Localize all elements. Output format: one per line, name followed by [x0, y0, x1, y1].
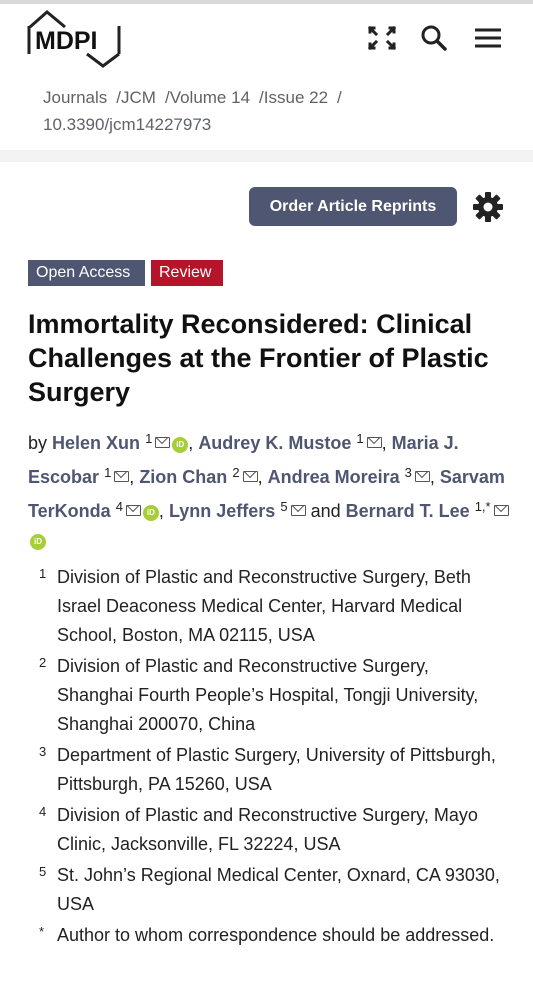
author-name[interactable]: Helen Xun: [52, 433, 140, 453]
email-icon[interactable]: [414, 471, 430, 482]
mdpi-logo[interactable]: MDPI: [27, 10, 123, 68]
orcid-icon[interactable]: iD: [172, 437, 189, 453]
correspondence-note: * Author to whom correspondence should b…: [36, 921, 506, 950]
gear-icon[interactable]: [472, 191, 504, 223]
email-icon[interactable]: [114, 471, 130, 482]
breadcrumb-doi: 10.3390/jcm14227973: [43, 115, 212, 134]
affiliation-text: Division of Plastic and Reconstructive S…: [57, 805, 478, 854]
order-reprints-button[interactable]: Order Article Reprints: [249, 187, 457, 226]
author-name[interactable]: Andrea Moreira: [268, 467, 400, 487]
svg-text:MDPI: MDPI: [35, 27, 98, 55]
affiliation-item: 2 Division of Plastic and Reconstructive…: [36, 652, 506, 739]
email-icon[interactable]: [125, 505, 141, 516]
affiliation-list: 1 Division of Plastic and Reconstructive…: [36, 563, 506, 952]
open-access-badge[interactable]: Open Access: [28, 260, 145, 286]
affiliation-number: 1: [39, 566, 47, 581]
affiliation-item: 4 Division of Plastic and Reconstructive…: [36, 801, 506, 859]
menu-icon[interactable]: [472, 22, 504, 54]
author-affiliation-number: 1,*: [474, 499, 491, 514]
breadcrumb-volume[interactable]: Volume 14: [170, 88, 250, 107]
author-affiliation-number: 3: [404, 465, 412, 480]
author-name[interactable]: Bernard T. Lee: [346, 501, 470, 521]
email-icon[interactable]: [242, 471, 258, 482]
affiliation-number: 2: [39, 655, 47, 670]
author-name[interactable]: Zion Chan: [139, 467, 227, 487]
affiliation-number: 3: [39, 744, 47, 759]
breadcrumb-journals[interactable]: Journals: [43, 88, 107, 107]
article-type-badge: Review: [151, 260, 223, 286]
author-affiliation-number: 1: [145, 431, 153, 446]
breadcrumb: Journals/JCM/Volume 14/Issue 22/ 10.3390…: [0, 70, 533, 162]
breadcrumb-jcm[interactable]: JCM: [121, 88, 156, 107]
email-icon[interactable]: [366, 437, 382, 448]
author-affiliation-number: 1: [104, 465, 112, 480]
author-list: by Helen Xun 1 iD, Audrey K. Mustoe 1, Ma…: [28, 424, 518, 555]
by-label: by: [28, 433, 48, 453]
affiliation-item: 1 Division of Plastic and Reconstructive…: [36, 563, 506, 650]
affiliation-text: Division of Plastic and Reconstructive S…: [57, 656, 479, 734]
affiliation-text: Division of Plastic and Reconstructive S…: [57, 567, 471, 645]
orcid-icon[interactable]: iD: [30, 534, 46, 550]
email-icon[interactable]: [155, 437, 171, 448]
email-icon[interactable]: [493, 505, 509, 516]
search-icon[interactable]: [418, 22, 450, 54]
breadcrumb-separator: /: [337, 88, 342, 107]
affiliation-text: St. John’s Regional Medical Center, Oxna…: [57, 865, 500, 914]
author-affiliation-number: 4: [115, 499, 123, 514]
email-icon[interactable]: [290, 505, 306, 516]
author-name[interactable]: Audrey K. Mustoe: [198, 433, 351, 453]
top-bar: MDPI: [0, 0, 533, 70]
and-label: and: [310, 501, 341, 521]
author-affiliation-number: 2: [232, 465, 240, 480]
article-title: Immortality Reconsidered: Clinical Chall…: [28, 309, 489, 407]
fullscreen-icon[interactable]: [366, 22, 398, 54]
affiliation-number: 4: [39, 804, 47, 819]
affiliation-text: Department of Plastic Surgery, Universit…: [57, 745, 496, 794]
affiliation-text: Author to whom correspondence should be …: [57, 925, 495, 945]
affiliation-number: *: [39, 924, 45, 939]
author-affiliation-number: 5: [280, 499, 288, 514]
orcid-icon[interactable]: iD: [142, 505, 159, 521]
author-name[interactable]: Lynn Jeffers: [169, 501, 275, 521]
author-affiliation-number: 1: [356, 431, 364, 446]
affiliation-number: 5: [39, 864, 47, 879]
affiliation-item: 3 Department of Plastic Surgery, Univers…: [36, 741, 506, 799]
breadcrumb-issue[interactable]: Issue 22: [264, 88, 328, 107]
affiliation-item: 5 St. John’s Regional Medical Center, Ox…: [36, 861, 506, 919]
